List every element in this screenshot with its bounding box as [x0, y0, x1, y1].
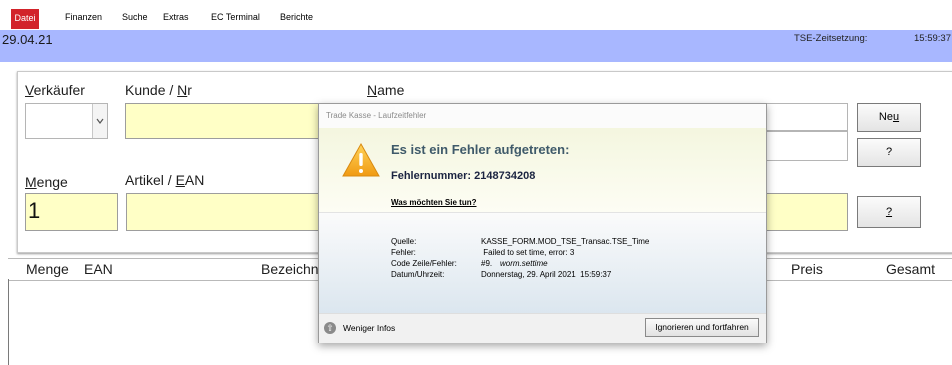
name-label: Name [367, 82, 405, 98]
menu-item-suche[interactable]: Suche [122, 12, 148, 22]
warning-icon [341, 142, 381, 183]
tse-label: TSE-Zeitsetzung: [794, 33, 868, 44]
detail-value-fehler: Failed to set time, error: 3 [481, 248, 575, 257]
dialog-title: Trade Kasse - Laufzeitfehler [326, 111, 427, 120]
menge-label: Menge [25, 174, 68, 190]
less-info-toggle[interactable]: Weniger Infos [343, 323, 395, 333]
help-button-1[interactable]: ? [857, 138, 921, 167]
neu-button[interactable]: Neu [857, 103, 921, 132]
name-field-1[interactable] [766, 103, 848, 131]
dialog-titlebar[interactable]: Trade Kasse - Laufzeitfehler [319, 104, 766, 128]
menge-input[interactable]: 1 [25, 193, 118, 231]
detail-key-quelle: Quelle: [391, 237, 417, 246]
column-ean[interactable]: EAN [84, 261, 113, 277]
dialog-message-area [319, 128, 766, 212]
tse-time: 15:59:37 [914, 33, 951, 44]
detail-value-code-extra: worm.settime [500, 259, 548, 268]
kunde-nr-field[interactable] [125, 103, 321, 139]
ignore-continue-button[interactable]: Ignorieren und fortfahren [645, 318, 759, 337]
artikel-ean-field-right[interactable] [766, 193, 848, 231]
menge-value: 1 [28, 198, 41, 223]
menu-item-datei[interactable]: Datei [11, 9, 39, 29]
error-dialog: Trade Kasse - Laufzeitfehler Es ist ein … [318, 103, 767, 343]
detail-key-datum: Datum/Uhrzeit: [391, 270, 445, 279]
help-button-2[interactable]: ? [857, 196, 921, 228]
detail-key-code: Code Zeile/Fehler: [391, 259, 457, 268]
detail-value-quelle: KASSE_FORM.MOD_TSE_Transac.TSE_Time [481, 237, 650, 246]
name-field-2[interactable] [766, 131, 848, 161]
column-preis[interactable]: Preis [791, 261, 823, 277]
verkaeufer-label: Verkäufer [25, 82, 85, 98]
status-header: 29.04.21 TSE-Zeitsetzung: 15:59:37 [0, 30, 952, 62]
menu-item-finanzen[interactable]: Finanzen [65, 12, 102, 22]
error-number: Fehlernummer: 2148734208 [391, 170, 536, 182]
menu-item-berichte[interactable]: Berichte [280, 12, 313, 22]
date-label: 29.04.21 [2, 32, 53, 47]
error-heading: Es ist ein Fehler aufgetreten: [391, 142, 570, 157]
detail-value-datum: Donnerstag, 29. April 2021 15:59:37 [481, 270, 612, 279]
column-gesamt[interactable]: Gesamt [886, 261, 935, 277]
detail-key-fehler: Fehler: [391, 248, 416, 257]
column-menge[interactable]: Menge [26, 261, 69, 277]
kunde-label: Kunde / Nr [125, 82, 192, 98]
grid-border [8, 279, 9, 365]
chevron-down-icon[interactable] [92, 104, 107, 138]
artikel-ean-field[interactable] [126, 193, 322, 231]
collapse-up-icon[interactable]: ⇧ [324, 322, 336, 334]
what-to-do-link[interactable]: Was möchten Sie tun? [391, 198, 477, 207]
menu-item-ec-terminal[interactable]: EC Terminal [211, 12, 260, 22]
verkaeufer-select[interactable] [25, 103, 108, 139]
menu-bar: Datei Finanzen Suche Extras EC Terminal … [0, 0, 952, 30]
menu-item-extras[interactable]: Extras [163, 12, 189, 22]
detail-value-code: #9. [481, 259, 493, 268]
artikel-label: Artikel / EAN [125, 172, 205, 188]
